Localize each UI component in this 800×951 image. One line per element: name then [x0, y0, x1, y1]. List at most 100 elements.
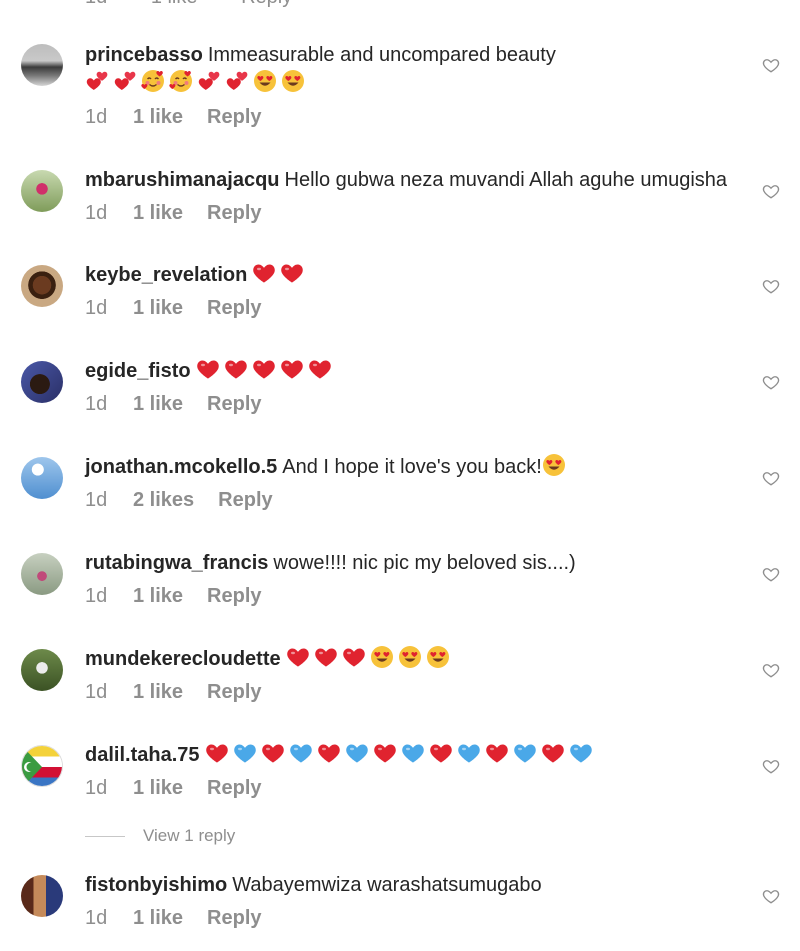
avatar[interactable] — [21, 170, 63, 212]
view-replies-label[interactable]: View 1 reply — [143, 826, 235, 846]
avatar[interactable] — [21, 457, 63, 499]
red-heart-emoji — [280, 357, 304, 381]
comment-likes[interactable]: 2 likes — [133, 489, 194, 512]
red-heart-emoji — [196, 357, 220, 381]
comment-time: 1d — [85, 393, 108, 415]
comment-likes[interactable]: 1 like — [133, 297, 183, 320]
comment-likes[interactable]: 1 like — [133, 106, 183, 129]
red-heart-emoji — [314, 645, 338, 669]
heart-eyes-emoji — [398, 645, 422, 669]
heart-outline-svg — [762, 472, 780, 486]
comoros-flag-icon — [22, 746, 62, 786]
two-hearts-emoji — [85, 69, 109, 93]
comment-time: 1d — [85, 585, 108, 607]
comment-username[interactable]: mundekerecloudette — [85, 648, 281, 670]
reply-button[interactable]: Reply — [207, 585, 261, 608]
heart-eyes-emoji — [281, 69, 305, 93]
comment-emojis — [85, 69, 309, 94]
comment-meta: 1d 2 likes Reply — [85, 489, 273, 512]
partial-meta-row: 1d 1 like Reply — [85, 0, 330, 9]
comment-body: mundekerecloudette — [85, 645, 750, 673]
comment-time: 1d — [85, 106, 108, 128]
view-replies-button[interactable]: View 1 reply — [85, 826, 235, 846]
comment-emojis — [205, 744, 597, 766]
comment-emojis — [542, 453, 570, 478]
red-heart-emoji — [205, 741, 229, 765]
like-heart-icon[interactable] — [762, 757, 780, 775]
blue-heart-emoji — [233, 741, 257, 765]
avatar[interactable] — [21, 553, 63, 595]
comment-time: 1d — [85, 681, 108, 703]
red-heart-emoji — [342, 645, 366, 669]
blue-heart-emoji — [457, 741, 481, 765]
like-heart-icon[interactable] — [762, 661, 780, 679]
avatar[interactable] — [21, 745, 63, 787]
reply-button[interactable]: Reply — [218, 489, 272, 512]
like-heart-icon[interactable] — [762, 182, 780, 200]
comment-likes[interactable]: 1 like — [133, 907, 183, 930]
avatar[interactable] — [21, 265, 63, 307]
comment-meta: 1d 1 like Reply — [85, 585, 262, 608]
heart-eyes-emoji — [426, 645, 450, 669]
comment-username[interactable]: rutabingwa_francis — [85, 552, 268, 574]
like-heart-icon[interactable] — [762, 565, 780, 583]
comment-username[interactable]: egide_fisto — [85, 360, 191, 382]
smiling-hearts-emoji — [141, 69, 165, 93]
avatar[interactable] — [21, 649, 63, 691]
comment-username[interactable]: princebasso — [85, 44, 203, 66]
reply-button[interactable]: Reply — [207, 777, 261, 800]
like-heart-icon[interactable] — [762, 469, 780, 487]
reply-button[interactable]: Reply — [207, 907, 261, 930]
comment-likes[interactable]: 1 like — [151, 0, 198, 8]
comment-text: Hello gubwa neza muvandi Allah aguhe umu… — [284, 169, 728, 191]
reply-button[interactable]: Reply — [207, 393, 261, 416]
like-heart-icon[interactable] — [762, 373, 780, 391]
reply-button[interactable]: Reply — [207, 681, 261, 704]
red-heart-emoji — [286, 645, 310, 669]
avatar[interactable] — [21, 361, 63, 403]
red-heart-emoji — [429, 741, 453, 765]
comment-body: fistonbyishimo Wabayemwiza warashatsumuga… — [85, 871, 750, 899]
comment-likes[interactable]: 1 like — [133, 585, 183, 608]
like-heart-icon[interactable] — [762, 56, 780, 74]
like-heart-icon[interactable] — [762, 277, 780, 295]
reply-button[interactable]: Reply — [241, 0, 292, 8]
comment-username[interactable]: dalil.taha.75 — [85, 744, 200, 766]
reply-button[interactable]: Reply — [207, 202, 261, 225]
comment-likes[interactable]: 1 like — [133, 202, 183, 225]
comment-emojis — [286, 645, 454, 670]
red-heart-emoji — [280, 261, 304, 285]
comment-time: 1d — [85, 489, 108, 511]
reply-button[interactable]: Reply — [207, 297, 261, 320]
comment-username[interactable]: keybe_revelation — [85, 264, 247, 286]
red-heart-emoji — [252, 261, 276, 285]
avatar[interactable] — [21, 875, 63, 917]
red-heart-emoji — [373, 741, 397, 765]
comment-username[interactable]: jonathan.mcokello.5 — [85, 456, 277, 478]
comment-time: 1d — [85, 202, 108, 224]
heart-outline-svg — [762, 185, 780, 199]
avatar[interactable] — [21, 44, 63, 86]
blue-heart-emoji — [289, 741, 313, 765]
heart-outline-svg — [762, 280, 780, 294]
comment-text: Wabayemwiza warashatsumugabo — [232, 874, 542, 896]
comment-body: rutabingwa_francis wowe!!!! nic pic my be… — [85, 549, 750, 577]
red-heart-emoji — [224, 357, 248, 381]
blue-heart-emoji — [345, 741, 369, 765]
reply-button[interactable]: Reply — [207, 106, 261, 129]
comment-body: egide_fisto — [85, 357, 750, 385]
comment-meta: 1d 1 like Reply — [85, 106, 262, 129]
comment-body: keybe_revelation — [85, 261, 750, 289]
like-heart-icon[interactable] — [762, 887, 780, 905]
two-hearts-emoji — [225, 69, 249, 93]
comment-username[interactable]: mbarushimanajacqu — [85, 169, 280, 191]
comment-meta: 1d 1 like Reply — [85, 907, 262, 930]
comment-likes[interactable]: 1 like — [133, 393, 183, 416]
comment-time: 1d — [85, 907, 108, 929]
comment-meta: 1d 1 like Reply — [85, 393, 262, 416]
comment-likes[interactable]: 1 like — [133, 777, 183, 800]
comment-username[interactable]: fistonbyishimo — [85, 874, 227, 896]
comment-likes[interactable]: 1 like — [133, 681, 183, 704]
heart-eyes-emoji — [542, 453, 566, 477]
heart-outline-svg — [762, 59, 780, 73]
